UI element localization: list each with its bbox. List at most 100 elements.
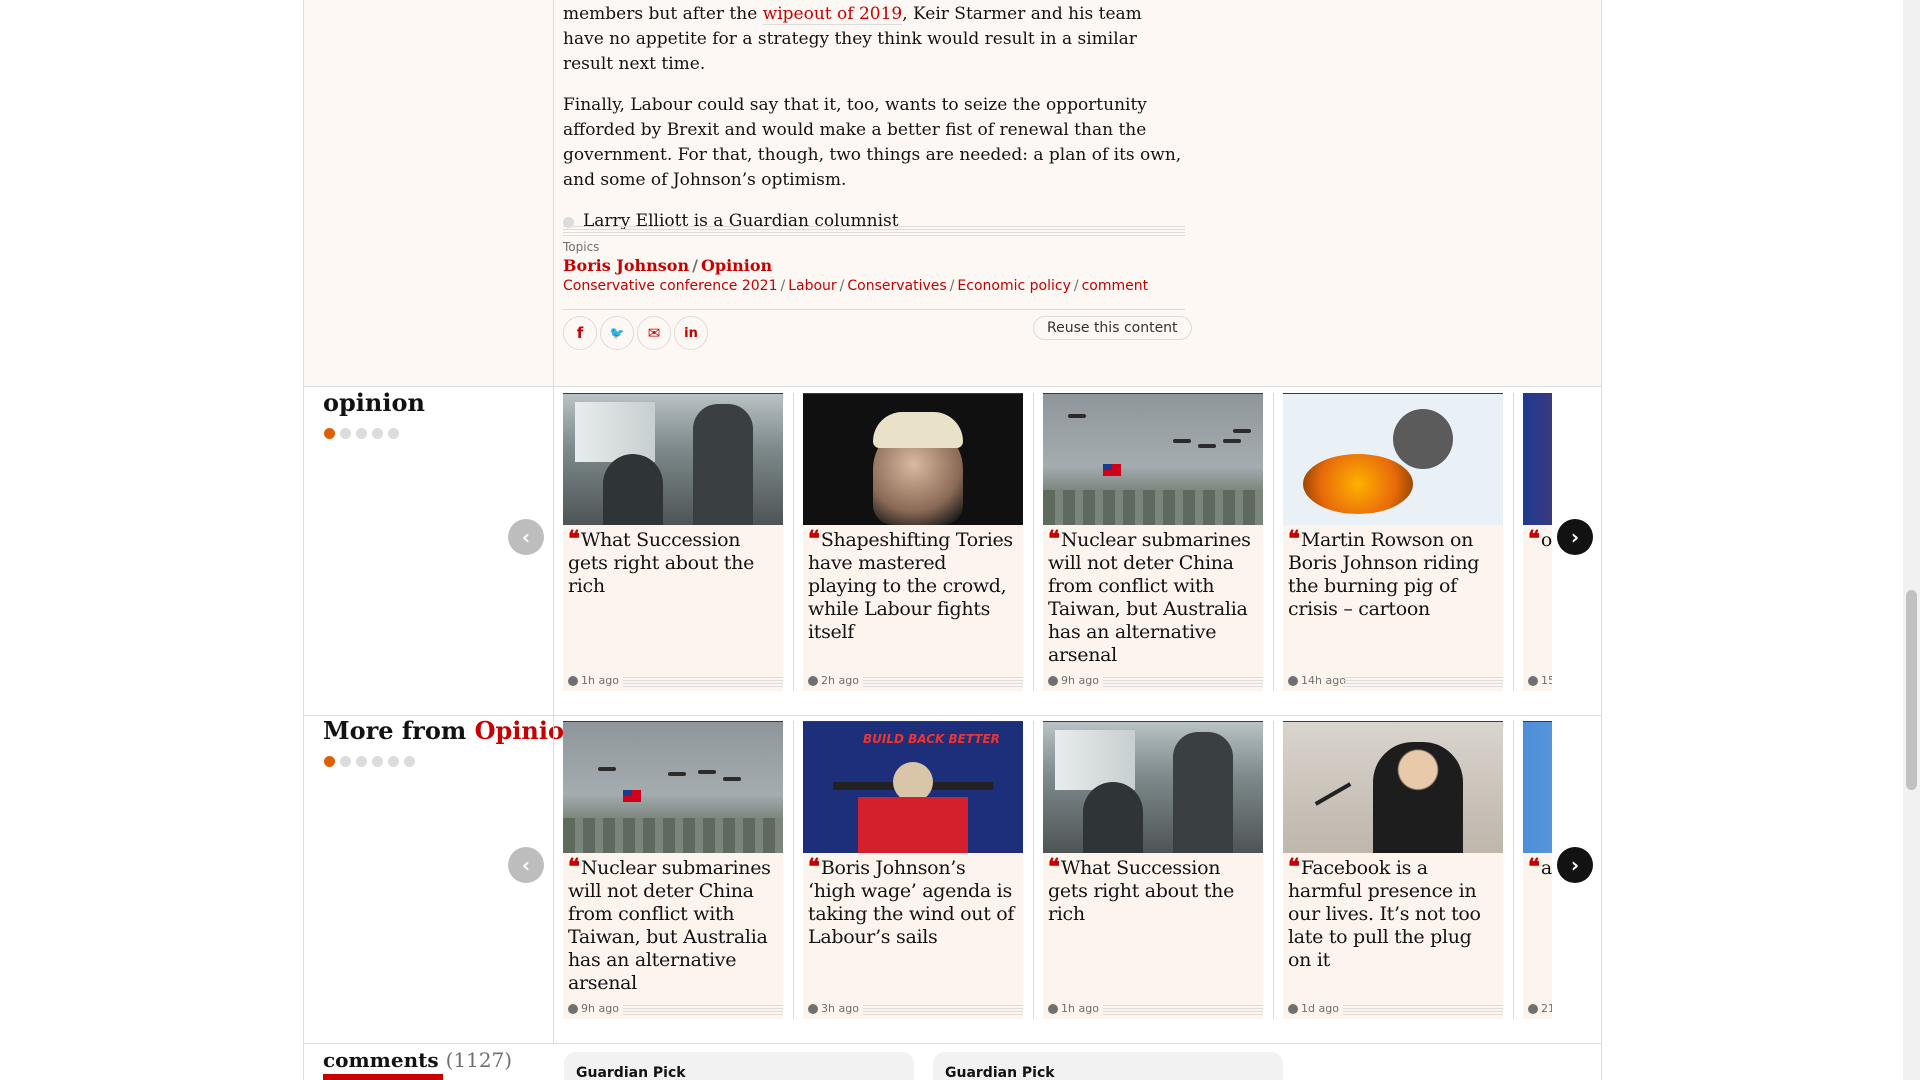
opinion-card-partial[interactable]: ❝on sp th 15: [1523, 393, 1552, 691]
card-headline[interactable]: ❝on sp th: [1523, 525, 1552, 552]
inline-link-wipeout[interactable]: wipeout of 2019: [762, 4, 903, 25]
scrollbar-track[interactable]: [1903, 0, 1920, 1080]
clock-icon: [1288, 675, 1298, 686]
card-divider: [1273, 721, 1274, 1019]
carousel-prev-button[interactable]: ‹: [508, 847, 544, 883]
pagination-dot[interactable]: [388, 756, 399, 767]
clock-icon: [1528, 1003, 1538, 1014]
opinion-card[interactable]: ❝ Martin Rowson on Boris Johnson riding t…: [1283, 393, 1503, 691]
clock-icon: [1048, 1003, 1058, 1014]
card-headline[interactable]: ❝ Facebook is a harmful presence in our l…: [1283, 853, 1503, 972]
topic-link-economic-policy[interactable]: Economic policy: [957, 278, 1070, 294]
card-rule: [623, 677, 783, 687]
image-caption-text: BUILD BACK BETTER: [863, 732, 1000, 746]
pagination-dot[interactable]: [372, 428, 383, 439]
clock-icon: [1048, 675, 1058, 686]
clock-icon: [568, 1003, 578, 1014]
paragraph-text: members but after the: [563, 4, 763, 24]
card-image: [1043, 722, 1263, 853]
more-card-partial[interactable]: ❝an isn ca ca 21: [1523, 721, 1552, 1019]
pagination-dot[interactable]: [356, 428, 367, 439]
card-headline[interactable]: ❝ Boris Johnson’s ‘high wage’ agenda is t…: [803, 853, 1023, 949]
pagination-dot[interactable]: [324, 756, 335, 767]
card-headline[interactable]: ❝ Shapeshifting Tories have mastered play…: [803, 525, 1023, 644]
quote-icon: ❝: [568, 526, 580, 552]
more-card[interactable]: ❝ What Succession gets right about the ri…: [1043, 721, 1263, 1019]
opinion-card[interactable]: ❝ Shapeshifting Tories have mastered play…: [803, 393, 1023, 691]
more-carousel: ❝ Nuclear submarines will not deter China…: [563, 721, 1552, 1026]
article-body: members but after the wipeout of 2019, K…: [563, 0, 1185, 250]
guardian-pick-card[interactable]: Guardian Pick: [564, 1052, 914, 1080]
section-divider: [553, 387, 554, 715]
topic-link-conservative-conference[interactable]: Conservative conference 2021: [563, 278, 777, 294]
card-rule: [623, 1005, 783, 1015]
share-facebook-button[interactable]: f: [563, 316, 597, 350]
topics-sub: Conservative conference 2021/Labour / Cons…: [563, 278, 1149, 294]
topic-link-opinion[interactable]: Opinion: [701, 256, 772, 275]
pagination-dot[interactable]: [372, 756, 383, 767]
card-rule: [1343, 677, 1503, 687]
topics-rule: [563, 226, 1185, 238]
opinion-card[interactable]: ❝ What Succession gets right about the ri…: [563, 393, 783, 691]
chevron-right-icon: ›: [1570, 853, 1580, 877]
card-headline[interactable]: ❝ Nuclear submarines will not deter China…: [563, 853, 783, 995]
linkedin-icon: in: [684, 325, 698, 341]
card-image: [1523, 394, 1552, 525]
carousel-next-button[interactable]: ›: [1557, 847, 1593, 883]
more-card[interactable]: BUILD BACK BETTER ❝ Boris Johnson’s ‘high…: [803, 721, 1023, 1019]
card-image: BUILD BACK BETTER: [803, 722, 1023, 853]
more-section-title: More from Opinion: [323, 716, 582, 745]
pagination-dot[interactable]: [404, 756, 415, 767]
topics-label: Topics: [563, 240, 600, 254]
reuse-content-button[interactable]: Reuse this content: [1033, 316, 1192, 340]
card-age: 9h ago: [568, 1002, 619, 1015]
topic-link-conservatives[interactable]: Conservatives: [847, 278, 946, 294]
card-headline[interactable]: ❝ What Succession gets right about the ri…: [563, 525, 783, 598]
card-image: [1283, 394, 1503, 525]
quote-icon: ❝: [1528, 854, 1540, 880]
card-headline[interactable]: ❝ Nuclear submarines will not deter China…: [1043, 525, 1263, 667]
pagination-dot[interactable]: [340, 756, 351, 767]
card-divider: [1513, 393, 1514, 691]
card-headline[interactable]: ❝an isn ca ca: [1523, 853, 1552, 880]
card-age: 3h ago: [808, 1002, 859, 1015]
card-headline[interactable]: ❝ What Succession gets right about the ri…: [1043, 853, 1263, 926]
card-divider: [793, 721, 794, 1019]
scrollbar-thumb[interactable]: [1906, 590, 1917, 790]
card-rule: [863, 677, 1023, 687]
card-divider: [1033, 721, 1034, 1019]
share-email-button[interactable]: ✉: [637, 316, 671, 350]
clock-icon: [808, 1003, 818, 1014]
topic-link-labour[interactable]: Labour: [788, 278, 836, 294]
more-pagination-dots: [324, 756, 415, 767]
card-image: [563, 722, 783, 853]
more-card[interactable]: ❝ Facebook is a harmful presence in our l…: [1283, 721, 1503, 1019]
page-background: [0, 0, 303, 1080]
pagination-dot[interactable]: [388, 428, 399, 439]
carousel-next-button[interactable]: ›: [1557, 519, 1593, 555]
more-card[interactable]: ❝ Nuclear submarines will not deter China…: [563, 721, 783, 1019]
pagination-dot[interactable]: [324, 428, 335, 439]
quote-icon: ❝: [808, 854, 820, 880]
card-divider: [793, 393, 794, 691]
card-divider: [1273, 393, 1274, 691]
section-divider: [553, 716, 554, 1044]
pagination-dot[interactable]: [340, 428, 351, 439]
card-image: [1043, 394, 1263, 525]
opinion-card[interactable]: ❝ Nuclear submarines will not deter China…: [1043, 393, 1263, 691]
quote-icon: ❝: [1048, 526, 1060, 552]
share-linkedin-button[interactable]: in: [674, 316, 708, 350]
topic-link-comment[interactable]: comment: [1082, 278, 1149, 294]
chevron-left-icon: ‹: [521, 853, 531, 877]
share-twitter-button[interactable]: 🐦: [600, 316, 634, 350]
card-headline[interactable]: ❝ Martin Rowson on Boris Johnson riding t…: [1283, 525, 1503, 621]
signin-link[interactable]: [323, 1074, 443, 1080]
pagination-dot[interactable]: [356, 756, 367, 767]
topic-link-boris-johnson[interactable]: Boris Johnson: [563, 256, 689, 275]
carousel-prev-button[interactable]: ‹: [508, 519, 544, 555]
twitter-icon: 🐦: [609, 326, 625, 340]
guardian-pick-card[interactable]: Guardian Pick: [933, 1052, 1283, 1080]
card-image: [563, 394, 783, 525]
card-divider: [1033, 393, 1034, 691]
column-divider: [553, 0, 554, 386]
